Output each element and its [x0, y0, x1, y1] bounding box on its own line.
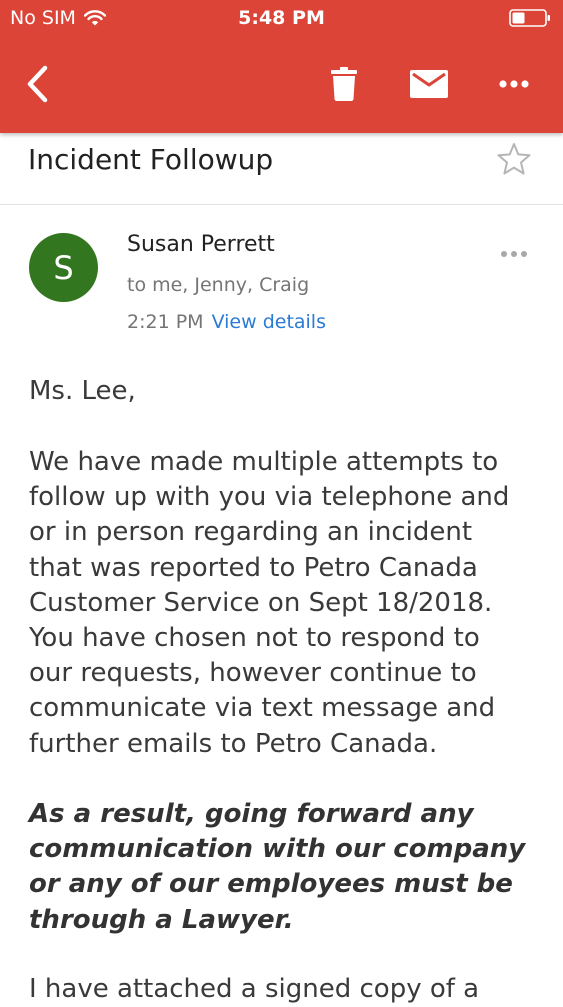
trash-icon [331, 67, 357, 101]
delete-button[interactable] [320, 60, 368, 108]
message-more-button[interactable] [494, 240, 534, 268]
recipients-line: to me, Jenny, Craig [127, 274, 310, 296]
battery-icon [509, 9, 550, 27]
back-chevron-icon [27, 65, 48, 103]
avatar[interactable]: S [29, 233, 98, 302]
status-time: 5:48 PM [238, 7, 325, 29]
star-icon [497, 143, 531, 175]
email-paragraph: I have attached a signed copy of a [29, 974, 480, 1004]
message-time: 2:21 PM [127, 311, 204, 333]
more-horizontal-icon [499, 80, 529, 88]
email-paragraph-emphasis: As a result, going forward any communica… [29, 799, 526, 935]
back-button[interactable] [14, 60, 62, 108]
star-button[interactable] [494, 139, 534, 179]
status-bar: No SIM 5:48 PM [0, 0, 563, 36]
more-horizontal-icon [501, 251, 527, 257]
sender-name[interactable]: Susan Perrett [127, 231, 275, 259]
view-details-link[interactable]: View details [212, 311, 326, 333]
email-subject: Incident Followup [28, 143, 274, 176]
mark-unread-button[interactable] [405, 60, 453, 108]
subject-row: Incident Followup [0, 133, 563, 205]
toolbar [0, 48, 563, 120]
app-header: No SIM 5:48 PM [0, 0, 563, 133]
email-greeting: Ms. Lee, [29, 376, 136, 406]
message-meta: 2:21 PM View details [127, 310, 326, 334]
email-paragraph: We have made multiple attempts to follow… [29, 447, 510, 759]
more-options-button[interactable] [490, 60, 538, 108]
mail-icon [410, 70, 448, 98]
